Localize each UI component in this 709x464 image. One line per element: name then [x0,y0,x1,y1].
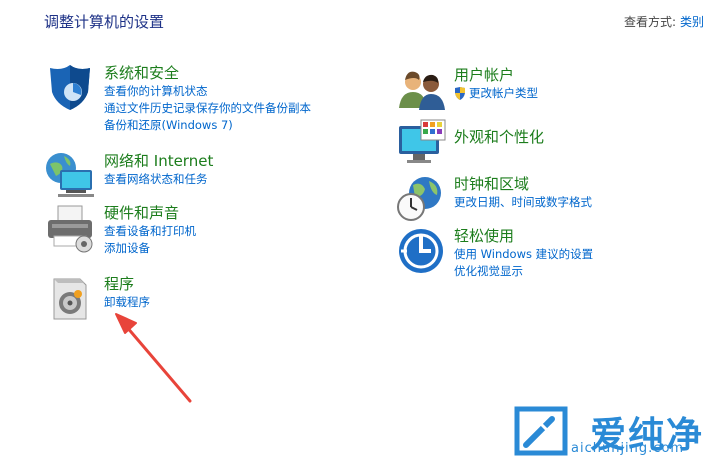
watermark-url: aichunjing.com [571,441,685,456]
annotation-arrow [115,313,192,403]
